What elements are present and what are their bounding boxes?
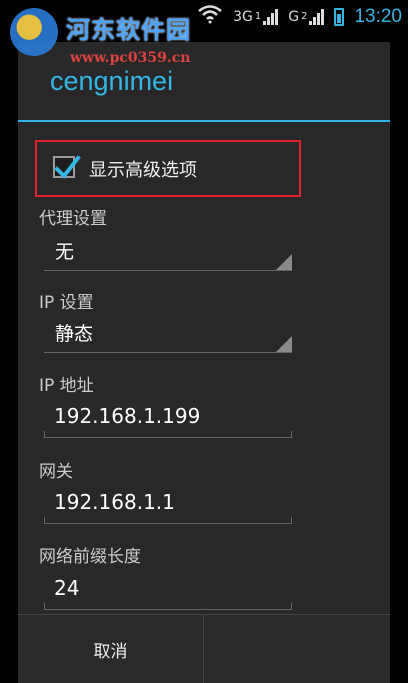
ip-settings-label: IP 设置 bbox=[39, 293, 94, 313]
sim-slot-2: 2 bbox=[301, 11, 308, 22]
prefix-length-input[interactable]: 24 bbox=[44, 570, 292, 610]
dropdown-arrow-icon bbox=[276, 254, 292, 270]
status-icons: 3G 1 G 2 13:20 bbox=[197, 4, 402, 29]
clock: 13:20 bbox=[354, 5, 402, 27]
advanced-options-label: 显示高级选项 bbox=[89, 160, 197, 181]
ip-address-label: IP 地址 bbox=[39, 376, 94, 396]
dialog-title: cengnimei bbox=[18, 42, 390, 122]
ip-address-input[interactable]: 192.168.1.199 bbox=[44, 398, 292, 438]
connect-button[interactable] bbox=[205, 615, 390, 683]
cancel-button[interactable]: 取消 bbox=[18, 615, 204, 683]
network-config-dialog: cengnimei 显示高级选项 代理设置 无 IP 设置 静态 IP 地址 1… bbox=[18, 42, 390, 683]
checkmark-icon bbox=[54, 155, 81, 180]
ip-settings-value: 静态 bbox=[55, 323, 94, 345]
signal-bars-icon bbox=[309, 8, 325, 25]
show-advanced-options[interactable]: 显示高级选项 bbox=[35, 140, 301, 197]
prefix-length-value: 24 bbox=[54, 576, 80, 600]
battery-icon bbox=[334, 7, 345, 26]
proxy-settings-spinner[interactable]: 无 bbox=[44, 231, 292, 271]
advanced-checkbox[interactable] bbox=[53, 155, 81, 180]
gateway-label: 网关 bbox=[39, 462, 73, 482]
ip-address-value: 192.168.1.199 bbox=[54, 404, 201, 428]
dialog-content: 显示高级选项 代理设置 无 IP 设置 静态 IP 地址 192.168.1.1… bbox=[18, 124, 390, 614]
status-bar: 3G 1 G 2 13:20 bbox=[0, 0, 408, 32]
signal-sim2: G 2 bbox=[288, 8, 325, 25]
dropdown-arrow-icon bbox=[276, 336, 292, 352]
prefix-length-label: 网络前缀长度 bbox=[39, 547, 141, 567]
gateway-value: 192.168.1.1 bbox=[54, 490, 175, 514]
network-type-1: 3G bbox=[233, 8, 253, 25]
sim-slot-1: 1 bbox=[254, 11, 262, 22]
proxy-settings-label: 代理设置 bbox=[39, 209, 107, 229]
signal-bars-icon bbox=[263, 8, 279, 25]
ip-settings-spinner[interactable]: 静态 bbox=[44, 313, 292, 353]
dialog-button-bar: 取消 bbox=[18, 614, 390, 683]
wifi-icon bbox=[197, 4, 223, 29]
network-type-2: G bbox=[288, 8, 300, 25]
signal-sim1: 3G 1 bbox=[233, 8, 279, 25]
proxy-settings-value: 无 bbox=[55, 241, 75, 263]
gateway-input[interactable]: 192.168.1.1 bbox=[44, 484, 292, 524]
